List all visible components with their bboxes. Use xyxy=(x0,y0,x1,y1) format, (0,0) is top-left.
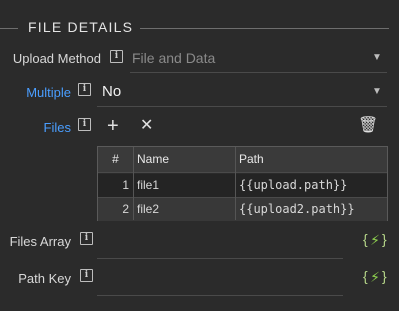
files-array-label: Files Array xyxy=(9,234,71,249)
files-array-info-icon[interactable]: i xyxy=(80,232,93,245)
brace-close-icon: } xyxy=(382,231,387,247)
multiple-label: Multiple xyxy=(26,85,71,100)
files-array-underline xyxy=(97,258,343,259)
upload-method-underline xyxy=(130,72,387,73)
multiple-underline xyxy=(97,106,387,107)
path-key-info-icon[interactable]: i xyxy=(80,269,93,282)
upload-method-info-icon[interactable]: i xyxy=(110,50,123,63)
row-name[interactable]: file2 xyxy=(137,198,159,221)
multiple-info-icon[interactable]: i xyxy=(78,83,91,96)
table-row[interactable]: 2 file2 {{upload2.path}} xyxy=(98,198,387,221)
row-name[interactable]: file1 xyxy=(137,174,159,197)
row-path[interactable]: {{upload2.path}} xyxy=(239,198,355,221)
row-path[interactable]: {{upload.path}} xyxy=(239,174,347,197)
table-header-divider xyxy=(98,172,387,173)
table-column-divider xyxy=(235,147,236,220)
path-key-label: Path Key xyxy=(18,271,71,286)
files-info-icon[interactable]: i xyxy=(78,118,91,131)
files-label: Files xyxy=(43,120,71,135)
upload-method-label: Upload Method xyxy=(12,51,101,66)
section-divider-right xyxy=(140,28,389,29)
trash-icon[interactable]: 🗑 xyxy=(358,116,378,136)
table-header-index: # xyxy=(98,147,133,172)
table-column-divider xyxy=(133,147,134,220)
row-index: 2 xyxy=(122,202,129,216)
path-key-underline xyxy=(97,295,343,296)
section-title: FILE DETAILS xyxy=(28,19,134,35)
brace-close-icon: } xyxy=(382,268,387,284)
remove-file-button[interactable]: ✕ xyxy=(140,116,153,136)
table-header-path: Path xyxy=(235,147,387,172)
section-divider-left xyxy=(0,28,18,29)
files-array-dynamic-data-button[interactable]: { ⚡ } xyxy=(363,231,387,251)
upload-method-chevron-down-icon[interactable]: ▼ xyxy=(372,52,382,63)
upload-method-select[interactable]: File and Data xyxy=(132,50,215,66)
files-table: # Name Path 1 file1 {{upload.path}} 2 fi… xyxy=(97,146,388,221)
table-header-name: Name xyxy=(133,147,235,172)
path-key-dynamic-data-button[interactable]: { ⚡ } xyxy=(363,268,387,288)
row-index: 1 xyxy=(122,178,129,192)
add-file-button[interactable]: + xyxy=(107,116,119,136)
table-row[interactable]: 1 file1 {{upload.path}} xyxy=(98,174,387,197)
multiple-select[interactable]: No xyxy=(102,83,121,100)
multiple-chevron-down-icon[interactable]: ▼ xyxy=(372,86,382,97)
